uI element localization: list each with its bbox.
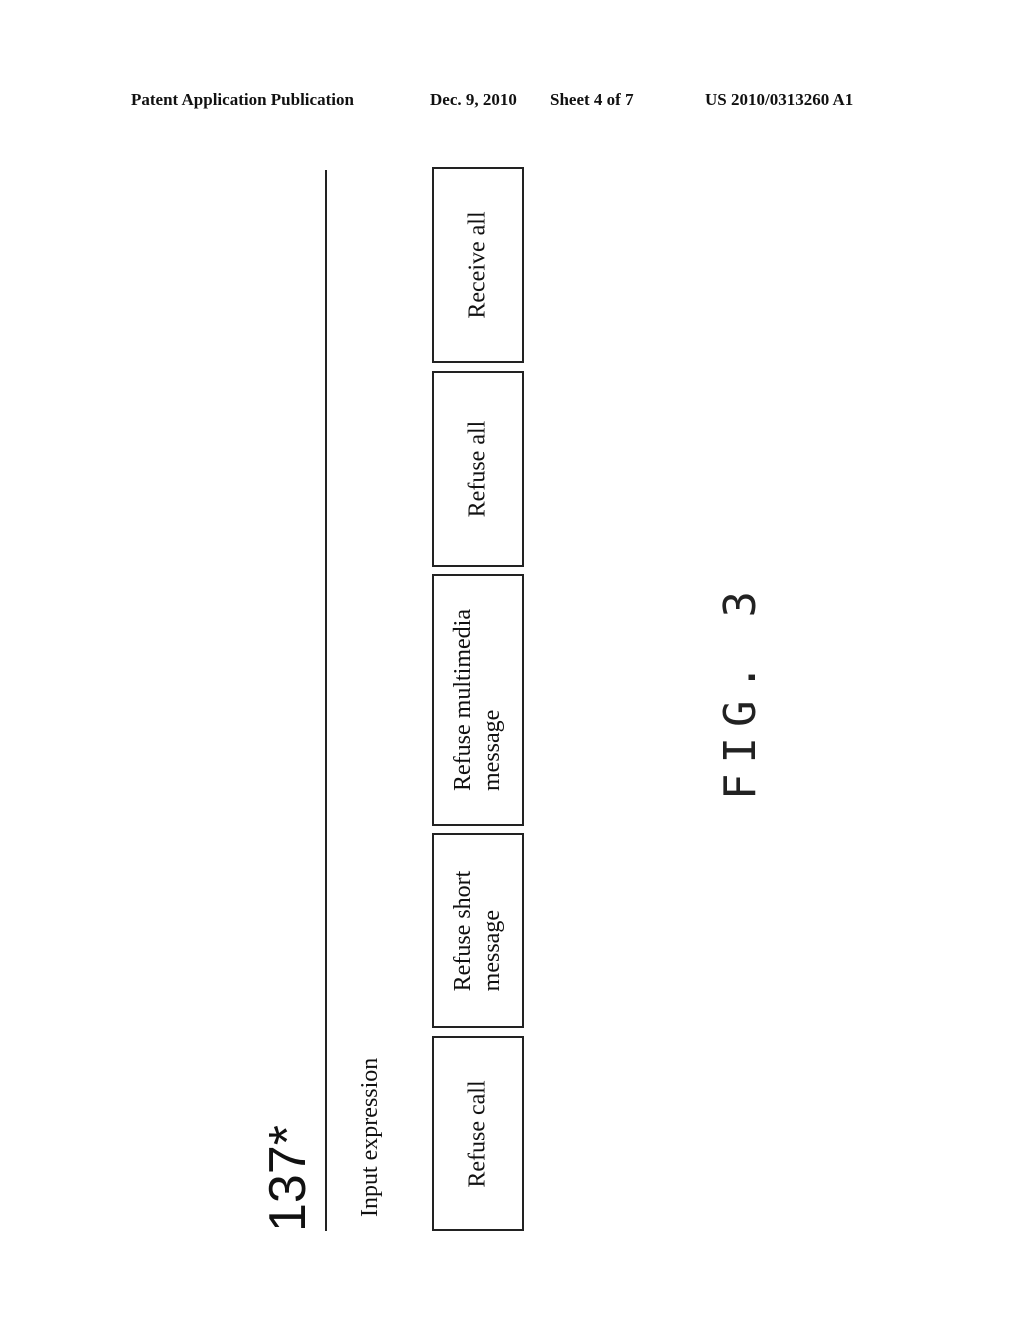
figure-caption: FIG. 3	[715, 581, 766, 800]
refuse-all-button[interactable]: Refuse all	[432, 371, 524, 567]
button-label: Refuse call	[464, 1079, 491, 1188]
refuse-multimedia-message-button[interactable]: Refuse multimedia message	[432, 574, 524, 826]
button-label: Refuse short message	[450, 870, 505, 991]
refuse-call-button[interactable]: Refuse call	[432, 1036, 524, 1231]
button-label: Refuse all	[464, 420, 491, 518]
receive-all-button[interactable]: Receive all	[432, 167, 524, 363]
button-label: Receive all	[464, 211, 491, 319]
publication-date: Dec. 9, 2010	[430, 90, 517, 109]
input-expression-label: Input expression	[357, 1057, 383, 1217]
sheet-number: Sheet 4 of 7	[550, 90, 634, 109]
reference-label: 137*	[259, 1125, 317, 1232]
button-label: Refuse multimedia message	[450, 609, 505, 791]
publication-title: Patent Application Publication	[131, 90, 354, 109]
divider-line	[325, 170, 327, 1231]
refuse-short-message-button[interactable]: Refuse short message	[432, 833, 524, 1028]
patent-number: US 2010/0313260 A1	[705, 90, 854, 109]
